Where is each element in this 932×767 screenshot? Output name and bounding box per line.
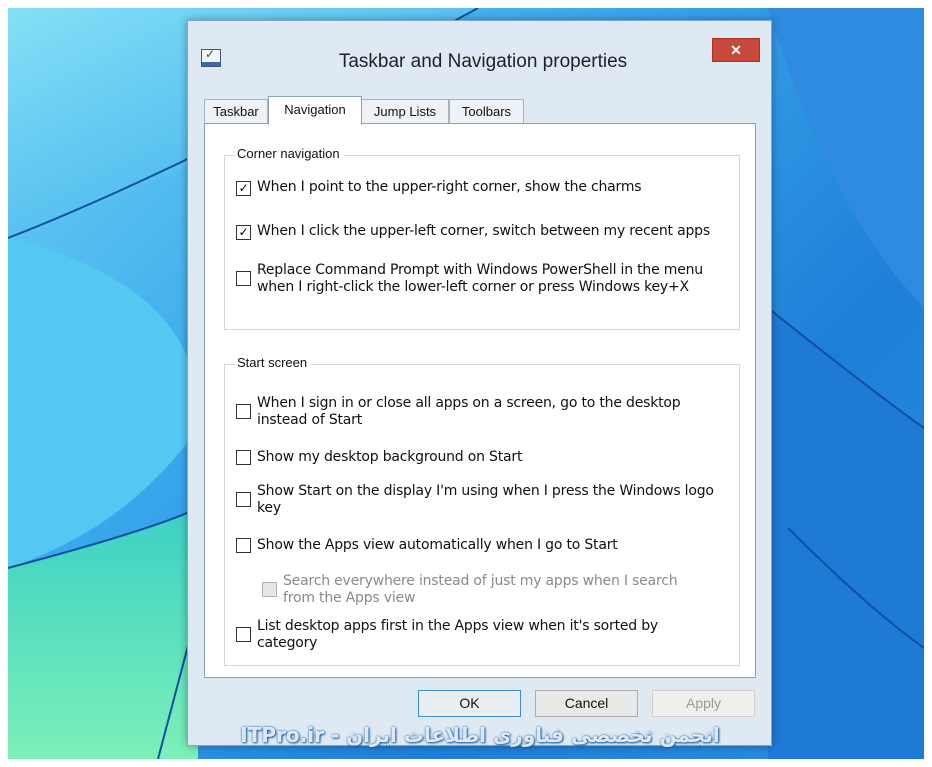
corner-navigation-label: Corner navigation [235, 146, 344, 161]
option-label-line1: List desktop apps first in the Apps view… [257, 618, 659, 634]
checkbox-go-to-desktop[interactable] [236, 404, 251, 419]
option-label: Show my desktop background on Start [257, 449, 523, 465]
option-label-line2: when I right-click the lower-left corner… [257, 279, 689, 295]
start-screen-group: Start screen When I sign in or close all… [224, 355, 740, 666]
checkbox-apps-view[interactable] [236, 538, 251, 553]
option-label-line2: instead of Start [257, 412, 363, 428]
start-screen-label: Start screen [235, 355, 312, 370]
tab-taskbar[interactable]: Taskbar [204, 99, 268, 123]
option-label: Show the Apps view automatically when I … [257, 537, 618, 553]
app-icon: ✓ [201, 47, 221, 67]
option-label-line2: category [257, 635, 318, 651]
option-label-line1: Show Start on the display I'm using when… [257, 483, 714, 499]
checkbox-search-everywhere [262, 582, 277, 597]
cancel-button[interactable]: Cancel [535, 690, 638, 717]
checkbox-switch-recent-apps[interactable]: ✓ [236, 225, 251, 240]
tab-jump-lists[interactable]: Jump Lists [361, 99, 449, 123]
watermark-text: ITPro.ir - انجمن تخصصی فناوری اطلاعات ای… [240, 723, 720, 747]
properties-dialog: ✓ Taskbar and Navigation properties ✕ Ta… [187, 20, 772, 746]
option-label-line1: When I sign in or close all apps on a sc… [257, 395, 681, 411]
tab-toolbars[interactable]: Toolbars [449, 99, 524, 123]
close-button[interactable]: ✕ [712, 38, 760, 62]
checkbox-start-on-display[interactable] [236, 492, 251, 507]
corner-navigation-group: Corner navigation ✓ When I point to the … [224, 146, 740, 330]
checkbox-powershell[interactable] [236, 271, 251, 286]
apply-button[interactable]: Apply [652, 690, 755, 717]
title-bar[interactable]: ✓ Taskbar and Navigation properties ✕ [188, 21, 771, 85]
window-title: Taskbar and Navigation properties [338, 51, 628, 72]
option-label-line2: key [257, 500, 281, 516]
checkbox-desktop-background[interactable] [236, 450, 251, 465]
tab-navigation[interactable]: Navigation [268, 96, 362, 125]
option-label: When I point to the upper-right corner, … [257, 179, 642, 195]
option-label-line1: Search everywhere instead of just my app… [283, 573, 678, 589]
checkbox-show-charms[interactable]: ✓ [236, 181, 251, 196]
option-label-line2: from the Apps view [283, 590, 416, 606]
checkbox-list-desktop-apps[interactable] [236, 627, 251, 642]
option-label: When I click the upper-left corner, swit… [257, 223, 710, 239]
option-label-line1: Replace Command Prompt with Windows Powe… [257, 262, 703, 278]
navigation-panel: Corner navigation ✓ When I point to the … [204, 123, 756, 678]
ok-button[interactable]: OK [418, 690, 521, 717]
